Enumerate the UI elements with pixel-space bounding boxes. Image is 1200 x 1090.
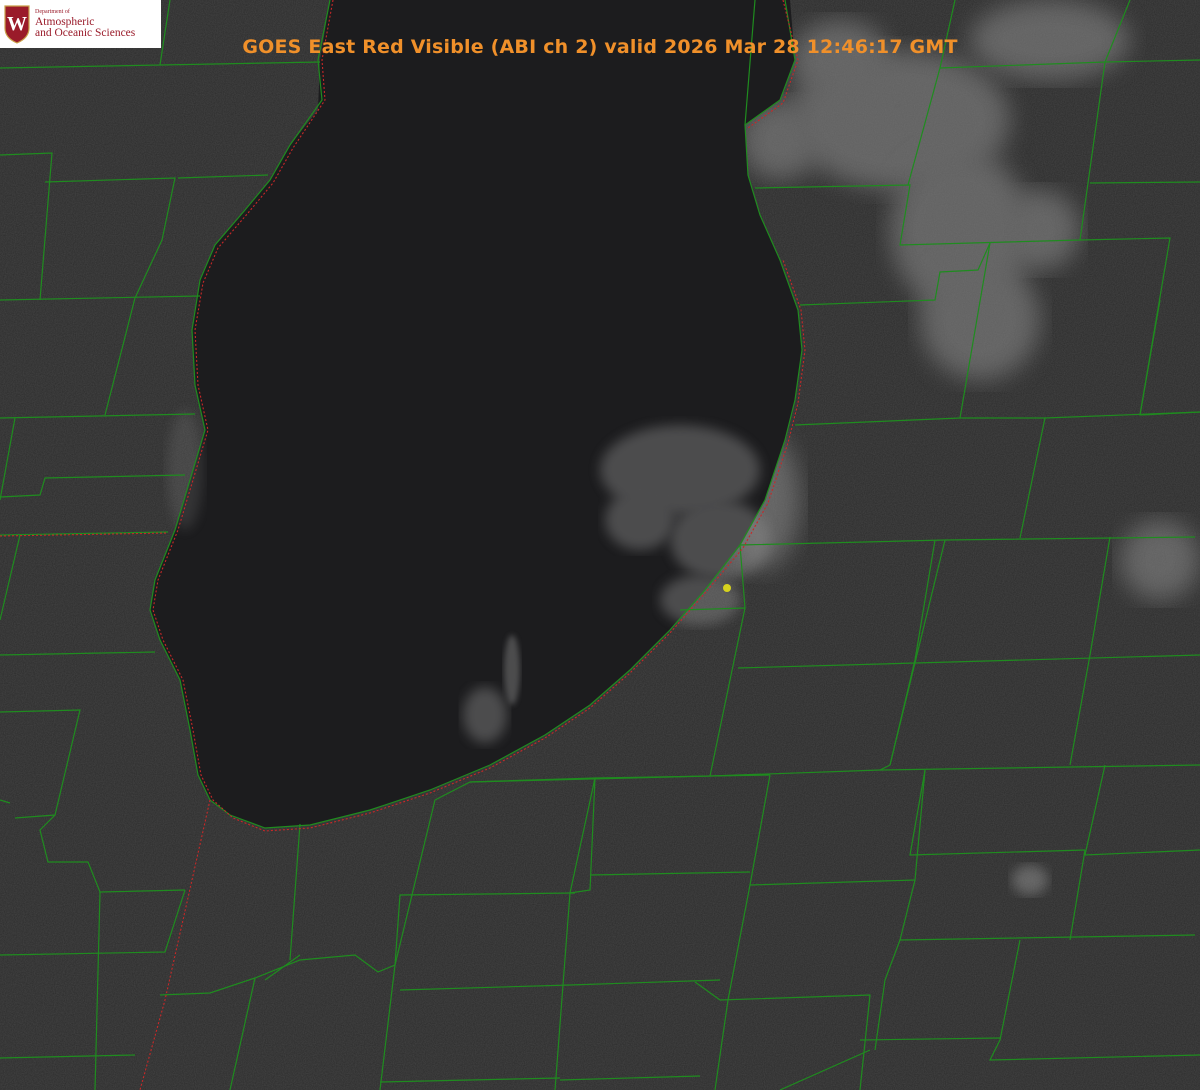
- image-title: GOES East Red Visible (ABI ch 2) valid 2…: [242, 36, 958, 58]
- logo-department: Department of: [35, 8, 70, 15]
- location-marker-dot: [723, 584, 731, 592]
- svg-text:W: W: [7, 13, 27, 35]
- satellite-image: [0, 0, 1200, 1090]
- satellite-map: W Department of Atmospheric and Oceanic …: [0, 0, 1200, 1090]
